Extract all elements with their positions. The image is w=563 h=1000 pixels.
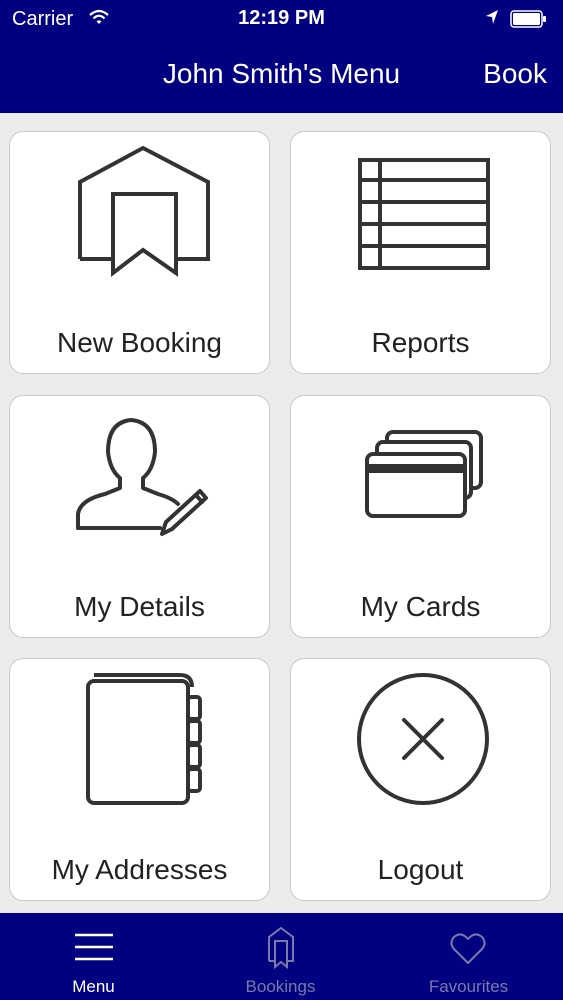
tab-label: Favourites [428,977,509,996]
logout-tile[interactable]: Logout [290,658,551,901]
location-arrow-icon [486,10,498,24]
tile-label: Reports [371,327,470,358]
my-cards-tile[interactable]: My Cards [290,395,551,638]
battery-icon [510,10,546,28]
tab-bookings[interactable]: Bookings [187,913,374,1000]
reports-tile[interactable]: Reports [290,131,551,374]
tab-favourites[interactable]: Favourites [375,913,562,1000]
tile-label: My Cards [360,591,481,622]
tab-label: Menu [72,977,115,996]
page-title: John Smith's Menu [162,58,401,89]
my-addresses-tile[interactable]: My Addresses [9,658,270,901]
tile-label: New Booking [57,327,222,358]
tile-label: Logout [377,854,464,885]
book-button[interactable]: Book [483,58,547,90]
tab-menu[interactable]: Menu [0,913,187,1000]
top-bar: Carrier 12:19 PM John Smith's Menu Book [0,0,563,113]
tile-label: My Details [74,591,205,622]
tile-label: My Addresses [51,854,228,885]
my-details-tile[interactable]: My Details [9,395,270,638]
tab-bar: Menu Bookings Favourites [0,913,563,1000]
tab-label: Bookings [245,977,316,996]
status-bar: Carrier 12:19 PM [0,0,563,38]
status-time: 12:19 PM [238,7,325,29]
new-booking-tile[interactable]: New Booking [9,131,270,374]
